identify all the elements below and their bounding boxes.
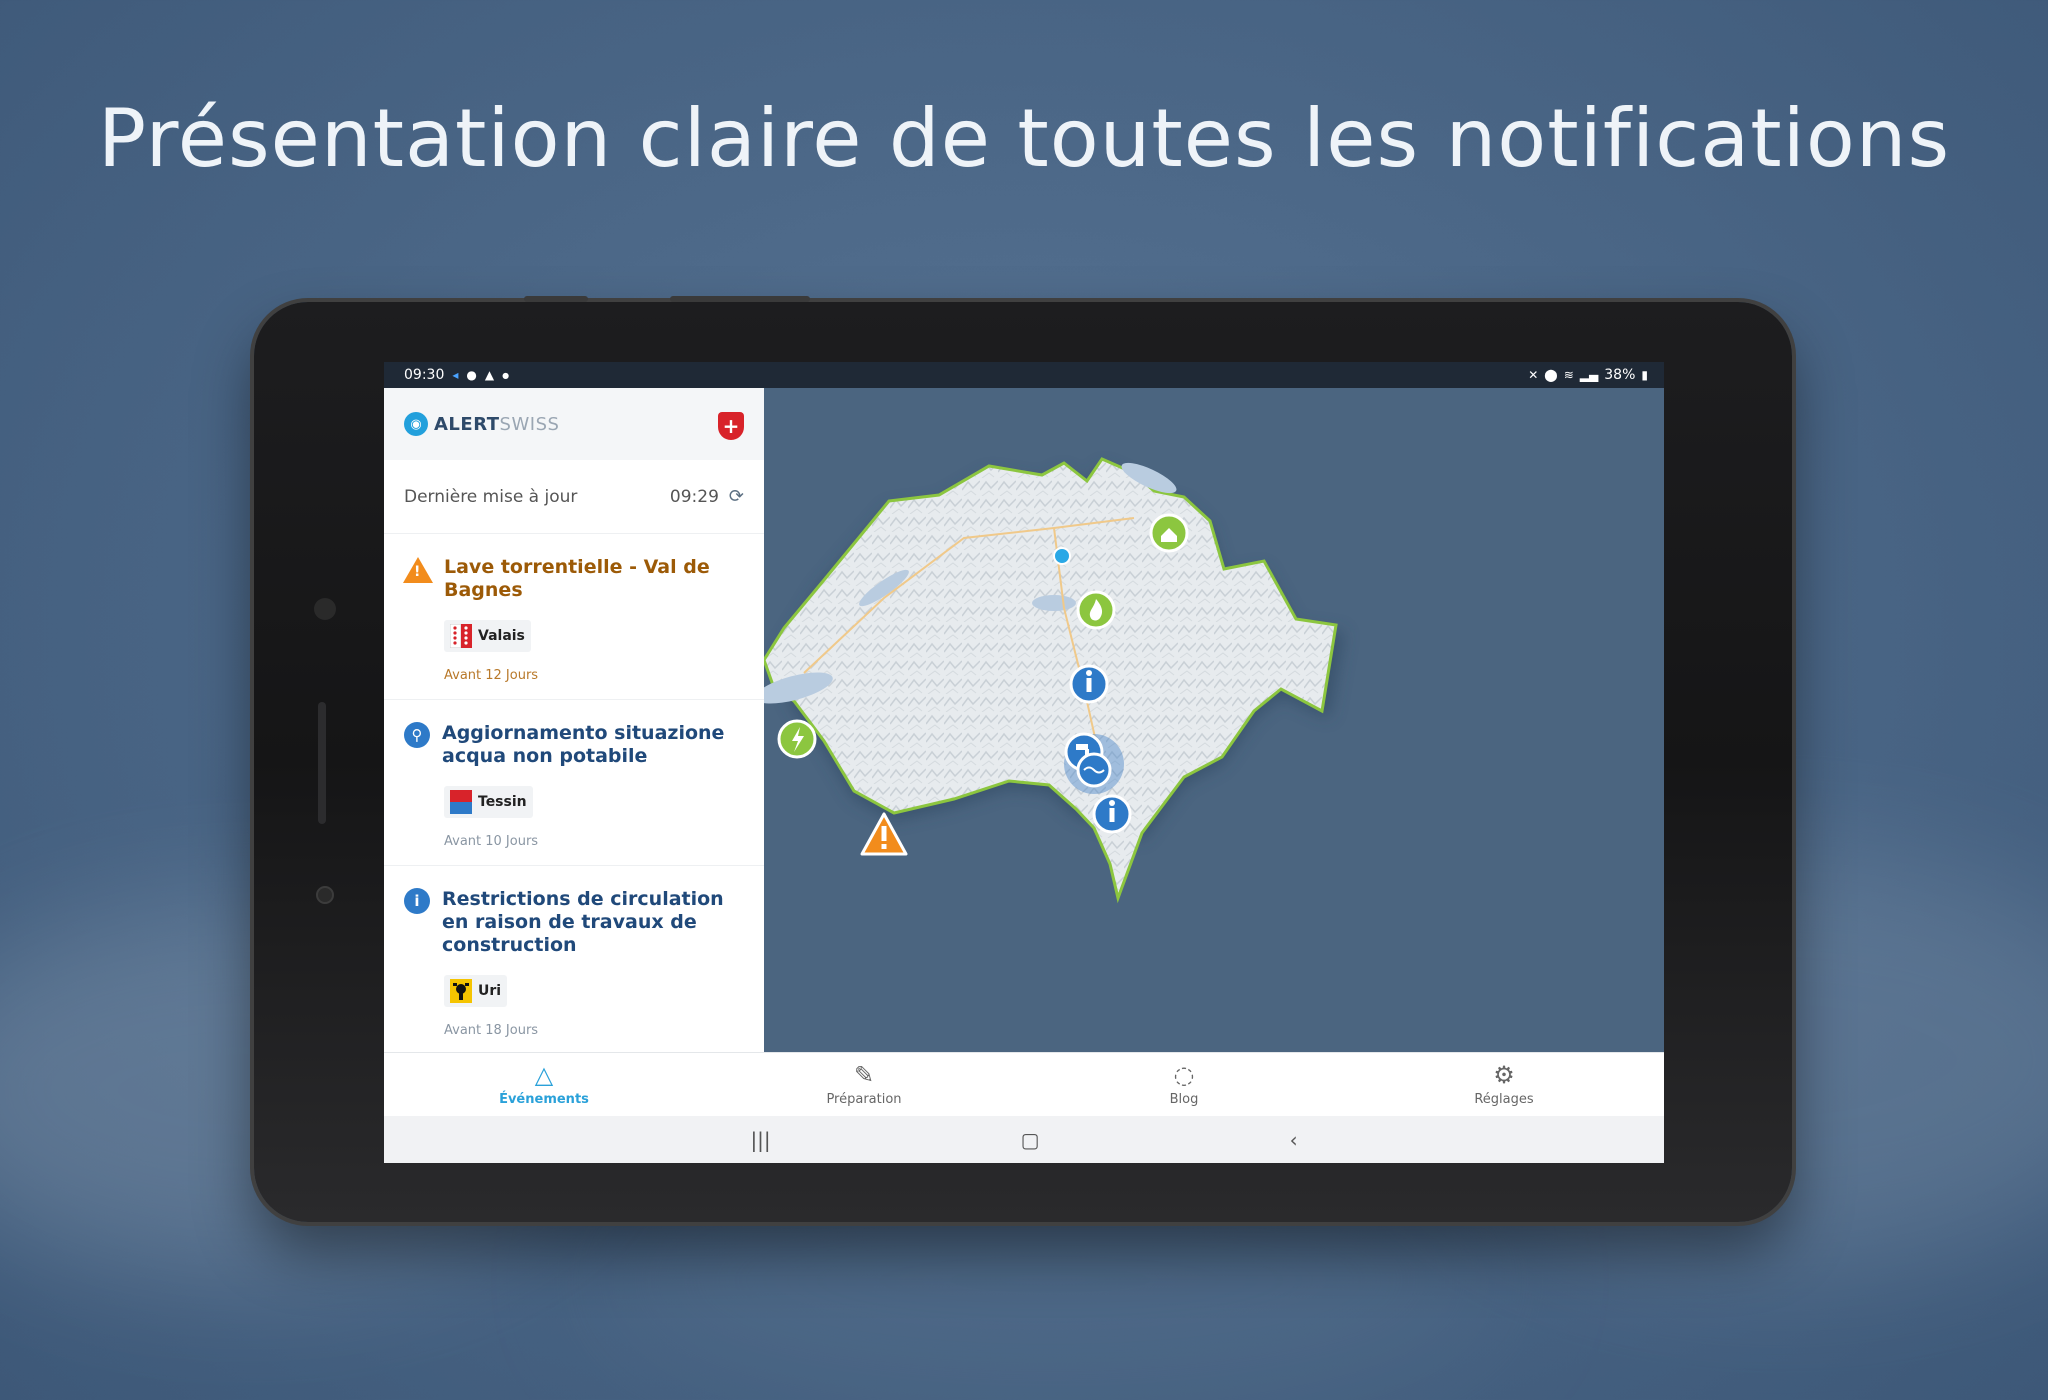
map-marker-fire[interactable] (1076, 590, 1116, 630)
map-canvas[interactable] (755, 388, 1664, 1052)
map-marker-info[interactable] (1069, 664, 1109, 704)
volume-button (524, 296, 588, 302)
refresh-icon[interactable]: ⟳ (729, 486, 744, 507)
switzerland-outline (762, 457, 1338, 904)
nav-settings[interactable]: ⚙ Réglages (1344, 1053, 1664, 1116)
alertswiss-logo: ◉ ALERTSWISS (404, 412, 559, 436)
bottom-navigation: △ Événements ✎ Préparation ◌ Blog ⚙ Régl… (384, 1052, 1664, 1116)
nav-label: Blog (1169, 1092, 1199, 1107)
warning-icon: ! (403, 556, 433, 584)
region-name: Tessin (478, 794, 527, 810)
warning-outline-icon: △ (534, 1061, 554, 1089)
navigation-arrow-icon: ◂ (452, 368, 459, 382)
event-title: Aggiornamento situazione acqua non potab… (442, 722, 725, 767)
battery-icon: ▮ (1641, 368, 1648, 382)
switzerland-map[interactable] (755, 388, 1664, 1052)
map-marker-location[interactable] (1053, 547, 1071, 565)
valais-crest-icon (450, 624, 472, 648)
last-update-time: 09:29 (669, 486, 719, 507)
gear-icon: ⚙ (1493, 1061, 1515, 1089)
map-marker-flood-house[interactable] (1149, 513, 1189, 553)
water-tap-icon: ⚲ (404, 722, 430, 748)
info-icon: i (404, 888, 430, 914)
home-icon[interactable]: ▢ (1021, 1128, 1040, 1152)
last-update-label: Dernière mise à jour (404, 486, 578, 507)
back-icon[interactable]: ‹ (1290, 1128, 1298, 1152)
swiss-cross-icon: + (718, 412, 744, 440)
region-tag: Uri (444, 975, 508, 1007)
region-name: Uri (478, 983, 502, 999)
wifi-icon: ≋ (1563, 368, 1574, 382)
system-navigation-bar: ||| ▢ ‹ (384, 1116, 1664, 1163)
tessin-crest-icon (450, 790, 472, 814)
power-button (670, 296, 810, 302)
map-marker-info-2[interactable] (1092, 794, 1132, 834)
event-item-uri[interactable]: i Restrictions de circulation en raison … (384, 866, 764, 1052)
lake-lucerne (1032, 595, 1076, 611)
status-bar: 09:30 ◂ ● ▲ ● ✕ ⬤ ≋ ▂▄ 38% ▮ (384, 362, 1664, 388)
event-time: Avant 18 Jours (444, 1023, 539, 1038)
region-tag: Valais (444, 620, 531, 652)
event-title: Lave torrentielle - Val de Bagnes (444, 556, 710, 601)
event-item-tessin[interactable]: ⚲ Aggiornamento situazione acqua non pot… (384, 700, 764, 866)
map-marker-warning[interactable] (860, 812, 908, 856)
chat-icon: ◌ (1173, 1061, 1195, 1089)
event-title: Restrictions de circulation en raison de… (442, 888, 724, 956)
map-marker-water-2[interactable] (1076, 752, 1112, 788)
event-time: Avant 12 Jours (444, 668, 539, 683)
uri-crest-icon (450, 979, 472, 1003)
location-icon: ⬤ (1544, 368, 1558, 382)
info-notification-icon: ● (466, 368, 477, 382)
logo-light: SWISS (499, 413, 560, 435)
status-time: 09:30 (404, 367, 445, 383)
device-screen: 09:30 ◂ ● ▲ ● ✕ ⬤ ≋ ▂▄ 38% ▮ ◉ ALERTSWIS… (384, 362, 1664, 1163)
nav-preparation[interactable]: ✎ Préparation (704, 1053, 1024, 1116)
headline: Présentation claire de toutes les notifi… (97, 92, 1951, 185)
nav-blog[interactable]: ◌ Blog (1024, 1053, 1344, 1116)
edit-icon: ✎ (853, 1061, 875, 1089)
logo-bold: ALERT (434, 413, 500, 435)
signal-logo-icon: ◉ (404, 412, 428, 436)
nav-label: Réglages (1474, 1092, 1534, 1107)
app-header: ◉ ALERTSWISS + (384, 388, 764, 460)
nav-label: Événements (499, 1092, 589, 1107)
warning-notification-icon: ▲ (484, 368, 495, 382)
region-name: Valais (478, 628, 525, 644)
nav-events[interactable]: △ Événements (384, 1053, 704, 1116)
side-slot (318, 702, 326, 824)
sensor-icon (316, 886, 334, 904)
battery-level: 38% (1604, 367, 1636, 383)
last-update-row: Dernière mise à jour 09:29 ⟳ (384, 460, 764, 534)
event-time: Avant 10 Jours (444, 834, 539, 849)
signal-icon: ▂▄ (1579, 368, 1599, 382)
map-marker-power[interactable] (777, 719, 817, 759)
more-dot-icon: ● (502, 370, 510, 380)
event-item-valais[interactable]: ! Lave torrentielle - Val de Bagnes Vala… (384, 534, 764, 700)
recent-apps-icon[interactable]: ||| (750, 1128, 770, 1152)
events-panel: ◉ ALERTSWISS + Dernière mise à jour 09:2… (384, 388, 764, 1052)
nav-label: Préparation (826, 1092, 902, 1107)
mute-icon: ✕ (1528, 368, 1539, 382)
region-tag: Tessin (444, 786, 533, 818)
camera-icon (314, 598, 336, 620)
